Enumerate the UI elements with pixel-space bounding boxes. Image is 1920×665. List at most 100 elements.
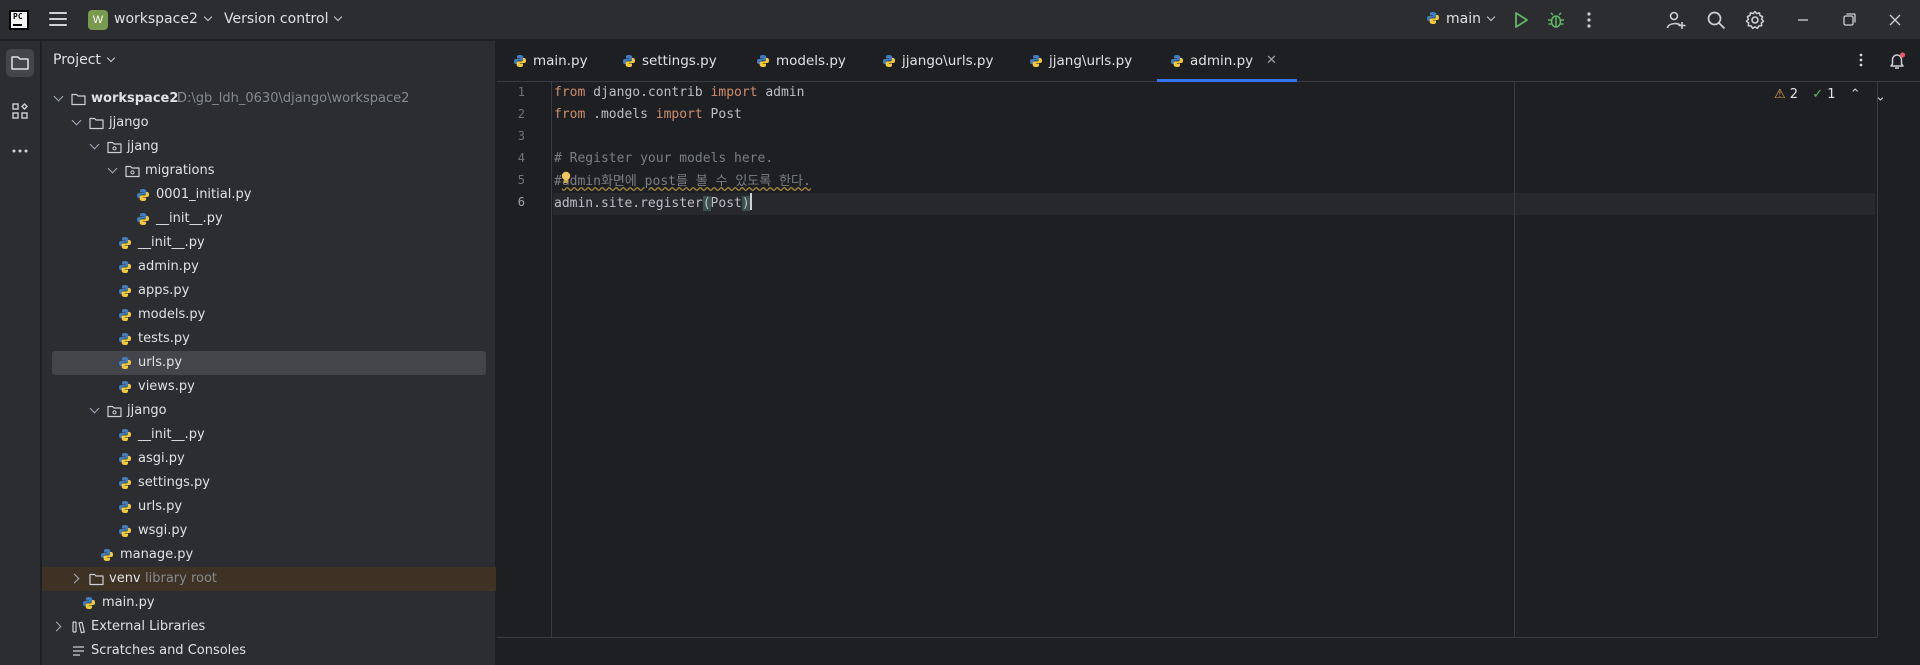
tree-item[interactable]: urls.py (52, 351, 486, 375)
tree-item-label: urls.py (138, 499, 183, 514)
import-name: Post (702, 107, 742, 122)
workspace-badge[interactable]: W (88, 10, 108, 30)
chevron-down-icon[interactable]: ⌃ (1875, 87, 1886, 102)
version-control-menu[interactable]: Version control (224, 11, 343, 27)
editor-tabs: main.py settings.py models.py jjango\urls.p… (497, 41, 1920, 82)
tab-main-py[interactable]: main.py (513, 41, 613, 82)
tree-item[interactable]: admin.py (42, 255, 496, 279)
more-vertical-icon[interactable] (1852, 51, 1870, 69)
chevron-down-icon (334, 12, 343, 22)
right-margin-guide (1514, 82, 1515, 637)
tree-item[interactable]: jjango (42, 111, 496, 135)
tab-jjang-urls-py[interactable]: jjang\urls.py (1029, 41, 1132, 82)
run-config-selector[interactable]: main (1426, 11, 1496, 27)
code-line-2[interactable]: from .models import Post (554, 104, 742, 126)
tree-item[interactable]: tests.py (42, 327, 496, 351)
tab-settings-py[interactable]: settings.py (622, 41, 722, 82)
chevron-right-icon[interactable] (51, 621, 62, 632)
tree-item[interactable]: apps.py (42, 279, 496, 303)
workspace-switcher[interactable]: workspace2 (114, 11, 213, 27)
project-view-selector[interactable]: Project (53, 52, 116, 68)
package-folder-icon (107, 405, 122, 418)
root-path: D:\gb_ldh_0630\django\workspace2 (177, 91, 410, 106)
python-file-icon (119, 357, 131, 369)
code-line-1[interactable]: from django.contrib import admin (554, 82, 804, 104)
lightbulb-icon[interactable] (560, 171, 572, 185)
close-tab-icon[interactable]: ✕ (1266, 41, 1277, 81)
chevron-down-icon[interactable] (71, 115, 82, 126)
tree-item[interactable]: urls.py (42, 495, 496, 519)
tree-item-label: settings.py (138, 475, 210, 490)
code-line-5[interactable]: #admin화면에 post를 볼 수 있도록 한다. (554, 171, 811, 193)
scratches-icon (73, 646, 84, 656)
tree-item-label: manage.py (120, 547, 194, 562)
python-file-icon (119, 381, 131, 393)
tab-models-py[interactable]: models.py (756, 41, 856, 82)
text-caret (749, 193, 752, 210)
chevron-right-icon[interactable] (69, 573, 80, 584)
tree-item[interactable]: External Libraries (42, 615, 496, 639)
call-argument: Post (710, 196, 742, 211)
python-file-icon (119, 477, 131, 489)
title-bar: PC W workspace2 Version control main (0, 0, 1920, 40)
more-vertical-icon[interactable] (1578, 9, 1600, 31)
add-user-icon[interactable] (1665, 9, 1687, 31)
python-icon (1427, 12, 1439, 24)
play-icon[interactable] (1510, 9, 1532, 31)
tree-item-label: jjang (127, 139, 159, 154)
tree-item[interactable]: jjang (42, 135, 496, 159)
chevron-down-icon[interactable] (53, 91, 64, 102)
tree-item[interactable]: __init__.py (42, 423, 496, 447)
tab-jjango-urls-py[interactable]: jjango\urls.py (882, 41, 993, 82)
minimize-icon[interactable] (1792, 9, 1814, 31)
tree-item-label: jjango (109, 115, 149, 130)
tree-item[interactable]: settings.py (42, 471, 496, 495)
tree-item[interactable]: __init__.py (42, 231, 496, 255)
package-folder-icon (125, 165, 140, 178)
close-paren: ) (741, 196, 750, 211)
tree-item[interactable]: workspace2 D:\gb_ldh_0630\django\workspac… (42, 87, 496, 111)
tab-admin-py[interactable]: admin.py ✕ (1157, 41, 1297, 82)
chevron-down-icon[interactable] (89, 403, 100, 414)
tree-item[interactable]: models.py (42, 303, 496, 327)
more-tools-button[interactable] (6, 137, 34, 165)
search-icon[interactable] (1705, 9, 1727, 31)
project-tool-button[interactable] (6, 49, 34, 77)
hamburger-menu-icon[interactable] (49, 12, 67, 28)
python-file-icon (119, 309, 131, 321)
tree-item[interactable]: views.py (42, 375, 496, 399)
editor-scrollbar[interactable] (1877, 82, 1920, 637)
chevron-down-icon[interactable] (89, 139, 100, 150)
tree-item[interactable]: venv library root (42, 567, 496, 591)
tree-item-label: venv (109, 571, 141, 586)
line-number: 6 (517, 195, 525, 209)
tree-item[interactable]: Scratches and Consoles (42, 639, 496, 663)
notification-bell-icon[interactable] (1886, 50, 1908, 72)
structure-tool-button[interactable] (6, 97, 34, 125)
tree-item-label: External Libraries (91, 619, 206, 634)
chevron-down-icon[interactable] (107, 163, 118, 174)
library-root-hint: library root (145, 571, 218, 586)
gear-icon[interactable] (1744, 9, 1766, 31)
tree-item[interactable]: __init__.py (42, 207, 496, 231)
tree-item[interactable]: jjango (42, 399, 496, 423)
keyword: import (710, 85, 758, 100)
inspection-widget[interactable]: ⚠ 2 ✓ 1 ⌃ ⌃ (1774, 87, 1886, 102)
tree-item[interactable]: asgi.py (42, 447, 496, 471)
tree-item[interactable]: wsgi.py (42, 519, 496, 543)
tree-item-label: views.py (138, 379, 195, 394)
python-file-icon (883, 55, 895, 67)
maximize-icon[interactable] (1838, 9, 1860, 31)
tree-item[interactable]: main.py (42, 591, 496, 615)
bug-icon[interactable] (1545, 9, 1567, 31)
chevron-up-icon[interactable]: ⌃ (1850, 87, 1861, 102)
close-icon[interactable] (1884, 9, 1906, 31)
code-line-6[interactable]: admin.site.register(Post) (554, 193, 752, 215)
folder-icon (89, 117, 104, 130)
code-line-4[interactable]: # Register your models here. (554, 148, 773, 170)
tree-item[interactable]: migrations (42, 159, 496, 183)
tree-item[interactable]: 0001_initial.py (42, 183, 496, 207)
tree-item[interactable]: manage.py (42, 543, 496, 567)
code-editor[interactable]: 123456 from django.contrib import admin … (497, 82, 1920, 665)
python-file-icon (757, 55, 769, 67)
